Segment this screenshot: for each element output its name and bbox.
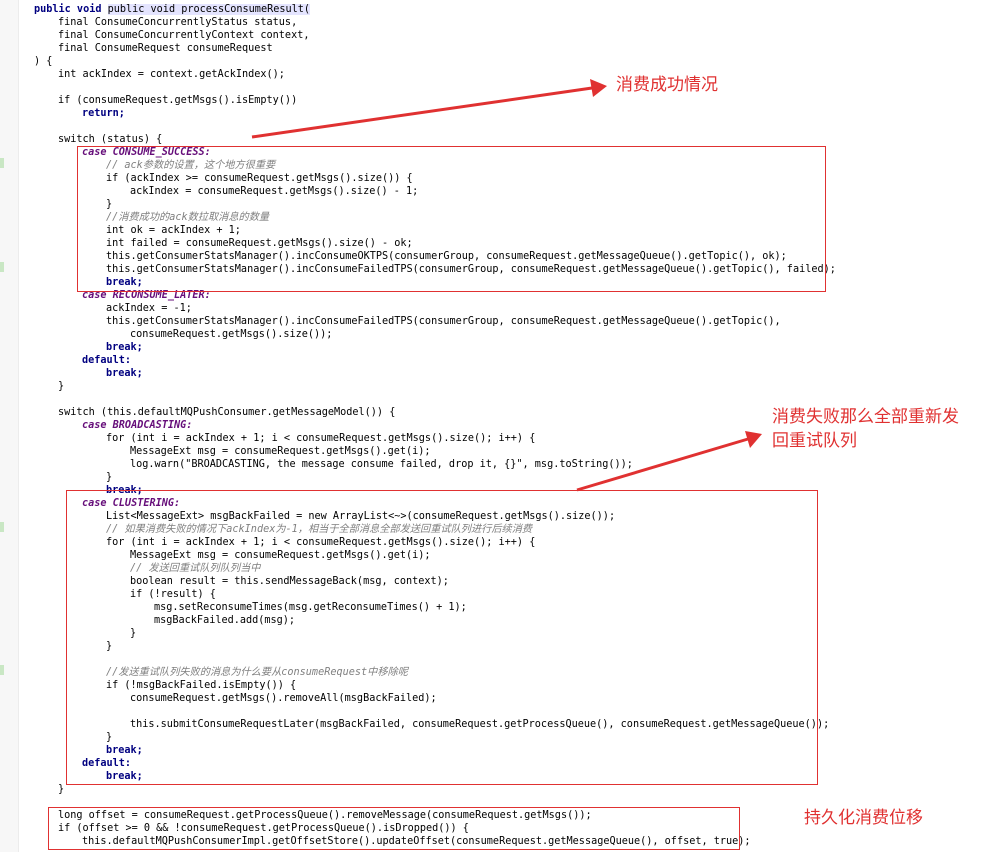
arrow-success (251, 79, 607, 139)
arrow-failure (576, 431, 762, 492)
success-annotation: 消费成功情况 (616, 75, 718, 95)
persist-annotation: 持久化消费位移 (804, 808, 923, 828)
failure-annotation-line1: 消费失败那么全部重新发 (772, 407, 959, 427)
failure-annotation-line2: 回重试队列 (772, 431, 857, 451)
